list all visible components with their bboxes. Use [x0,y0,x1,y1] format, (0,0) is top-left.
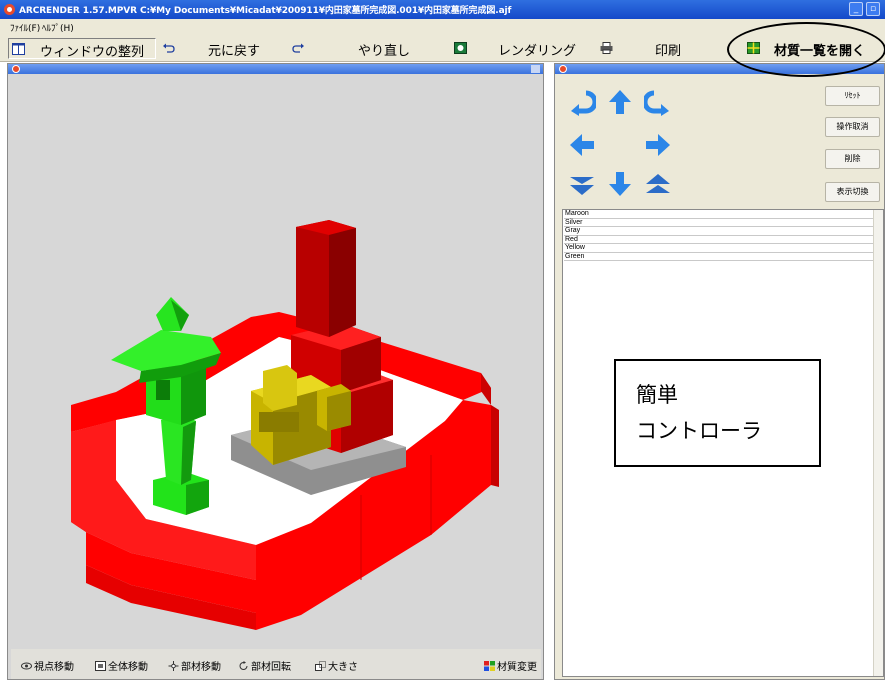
render-label: レンダリング [498,43,577,58]
move-right-button[interactable] [644,131,672,159]
rotate-left-icon [577,90,596,114]
move-part-icon [168,661,179,671]
move-all-icon [95,661,106,671]
panel-app-icon [559,65,567,73]
arrow-up-icon [609,90,631,114]
view-tool-bar: 視点移動 全体移動 部材移動 部材回転 大きさ 材質変更 [11,649,541,679]
arrow-up-layered-icon [646,174,670,193]
arrow-down-icon [609,172,631,196]
view-panel-close-button[interactable] [531,65,540,73]
undo-icon [163,43,175,53]
model-viewport[interactable] [11,75,541,647]
app-icon [4,4,15,15]
move-up-far-button[interactable] [644,170,672,198]
material-change-label: 材質変更 [497,662,537,673]
arrow-right-icon [646,134,670,156]
undo-button[interactable]: 元に戻す [160,38,278,59]
material-change-tool[interactable]: 材質変更 [484,658,537,673]
rotate-left-button[interactable] [568,88,596,116]
model-view-panel: 視点移動 全体移動 部材移動 部材回転 大きさ 材質変更 [7,63,544,680]
part-rotate-tool[interactable]: 部材回転 [238,658,291,673]
window-title: ARCRENDER 1.57.MPVR C:¥My Documents¥Mica… [19,6,512,16]
part-move-tool[interactable]: 部材移動 [168,658,221,673]
annotation-line-2: コントローラ [636,419,762,443]
material-grid-icon [484,661,495,671]
arrange-windows-label: ウィンドウの整列 [40,44,145,59]
list-item[interactable]: Silver [564,219,874,227]
material-list-scrollbar[interactable] [873,210,883,676]
rotate-right-button[interactable] [644,88,672,116]
arrow-down-layered-icon [570,177,594,195]
move-down-button[interactable] [606,170,634,198]
maximize-button[interactable]: ▫ [866,2,880,16]
rotate-icon [239,661,248,670]
print-button[interactable]: 印刷 [598,38,704,59]
size-label: 大きさ [328,662,358,673]
panel-app-icon [12,65,20,73]
list-item[interactable]: Maroon [564,210,874,219]
size-tool[interactable]: 大きさ [315,658,358,673]
window-tile-icon [12,43,25,55]
part-move-label: 部材移動 [181,662,221,673]
render-icon [454,42,467,54]
list-item[interactable]: Red [564,236,874,244]
list-item[interactable]: Green [564,253,874,261]
annotation-line-1: 簡単 [636,383,678,407]
printer-icon [600,42,613,54]
display-toggle-button[interactable]: 表示切換 [825,182,880,202]
redo-icon [292,43,304,53]
title-bar: ARCRENDER 1.57.MPVR C:¥My Documents¥Mica… [0,0,885,19]
arrange-windows-button[interactable]: ウィンドウの整列 [8,38,156,59]
viewpoint-move-label: 視点移動 [34,662,74,673]
move-down-far-button[interactable] [568,170,596,198]
arrow-left-icon [570,134,594,156]
annotation-box: 簡単 コントローラ [614,359,821,467]
reset-button[interactable]: ﾘｾｯﾄ [825,86,880,106]
list-item[interactable]: Yellow [564,244,874,253]
move-up-button[interactable] [606,88,634,116]
rotate-right-icon [644,90,663,114]
minimize-button[interactable]: _ [849,2,863,16]
redo-button[interactable]: やり直し [290,38,416,59]
eye-icon [21,662,32,670]
resize-icon [315,661,326,671]
menu-file[interactable]: ﾌｧｲﾙ(F) [10,21,40,34]
redo-label: やり直し [358,43,411,58]
undo-label: 元に戻す [208,43,261,58]
all-move-label: 全体移動 [108,662,148,673]
print-label: 印刷 [655,43,682,58]
delete-button[interactable]: 削除 [825,149,880,169]
cancel-operation-button[interactable]: 操作取消 [825,117,880,137]
flower-vase-left [263,365,297,411]
render-button[interactable]: レンダリング [452,38,578,59]
viewpoint-move-tool[interactable]: 視点移動 [21,658,74,673]
view-panel-header [8,64,543,74]
list-item[interactable]: Gray [564,227,874,236]
move-left-button[interactable] [568,131,596,159]
annotation-highlight-ellipse [727,22,885,77]
part-rotate-label: 部材回転 [251,662,291,673]
menu-help[interactable]: ﾍﾙﾌﾟ(H) [42,21,74,34]
all-move-tool[interactable]: 全体移動 [95,658,148,673]
